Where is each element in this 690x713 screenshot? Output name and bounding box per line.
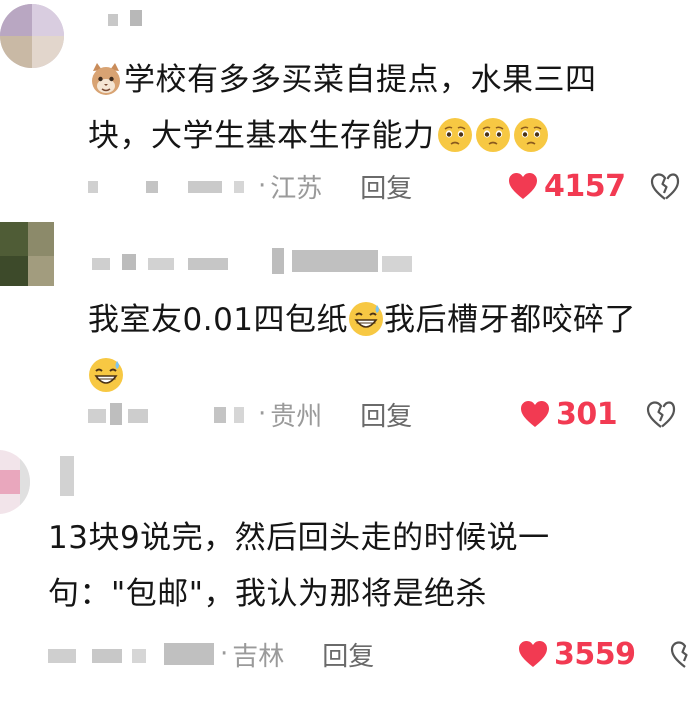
comment-meta: · 吉林 回复 xyxy=(48,636,374,672)
separator: · xyxy=(220,639,229,669)
like-count: 301 xyxy=(556,396,618,432)
username[interactable] xyxy=(60,456,84,496)
cat-face-icon xyxy=(88,61,124,97)
region-label: 江苏 xyxy=(270,173,323,204)
dislike-button[interactable] xyxy=(646,400,676,430)
reply-button[interactable]: 回复 xyxy=(360,168,412,205)
region-label: 吉林 xyxy=(232,641,285,672)
comment-text: 我室友0.01四包纸 我后槽牙都咬碎了 xyxy=(88,292,636,404)
like-button[interactable]: 301 xyxy=(520,396,618,432)
timestamp xyxy=(48,641,220,667)
region-label: 贵州 xyxy=(270,401,323,432)
heart-icon xyxy=(509,173,537,199)
like-button[interactable]: 3559 xyxy=(518,636,636,672)
avatar[interactable] xyxy=(0,4,64,68)
like-button[interactable]: 4157 xyxy=(508,168,626,204)
reply-button[interactable]: 回复 xyxy=(360,396,412,433)
broken-heart-icon xyxy=(646,401,676,428)
dislike-button[interactable] xyxy=(670,640,690,670)
comment-item: 13块9说完，然后回头走的时候说一 句："包邮"，我认为那将是绝杀 · 吉林 回… xyxy=(0,446,690,713)
pleading-face-icon xyxy=(475,117,511,153)
grinning-sweat-icon xyxy=(88,357,124,393)
timestamp xyxy=(88,401,258,427)
like-count: 3559 xyxy=(554,636,636,672)
broken-heart-icon xyxy=(670,641,688,668)
timestamp xyxy=(88,173,258,199)
like-count: 4157 xyxy=(544,168,626,204)
comment-text: 13块9说完，然后回头走的时候说一 句："包邮"，我认为那将是绝杀 xyxy=(48,520,550,612)
username[interactable] xyxy=(108,10,148,36)
broken-heart-icon xyxy=(650,173,680,200)
username[interactable] xyxy=(92,248,422,274)
avatar[interactable] xyxy=(0,450,30,514)
pleading-face-icon xyxy=(513,117,549,153)
reply-button[interactable]: 回复 xyxy=(322,636,374,673)
comment-text: 学校有多多买菜自提点，水果三四 块，大学生基本生存能力 xyxy=(88,61,597,154)
pleading-face-icon xyxy=(437,117,473,153)
comment-item: 学校有多多买菜自提点，水果三四 块，大学生基本生存能力 · 江苏 回复 4157 xyxy=(0,0,690,212)
heart-icon xyxy=(519,641,547,667)
dislike-button[interactable] xyxy=(650,172,680,202)
avatar[interactable] xyxy=(0,222,54,286)
grinning-sweat-icon xyxy=(348,301,384,337)
comment-meta: · 贵州 回复 xyxy=(88,396,412,432)
separator: · xyxy=(258,399,267,429)
separator: · xyxy=(258,171,267,201)
comment-item: 我室友0.01四包纸 我后槽牙都咬碎了 · 贵州 回复 301 xyxy=(0,212,690,446)
heart-icon xyxy=(521,401,549,427)
comment-meta: · 江苏 回复 xyxy=(88,168,412,204)
